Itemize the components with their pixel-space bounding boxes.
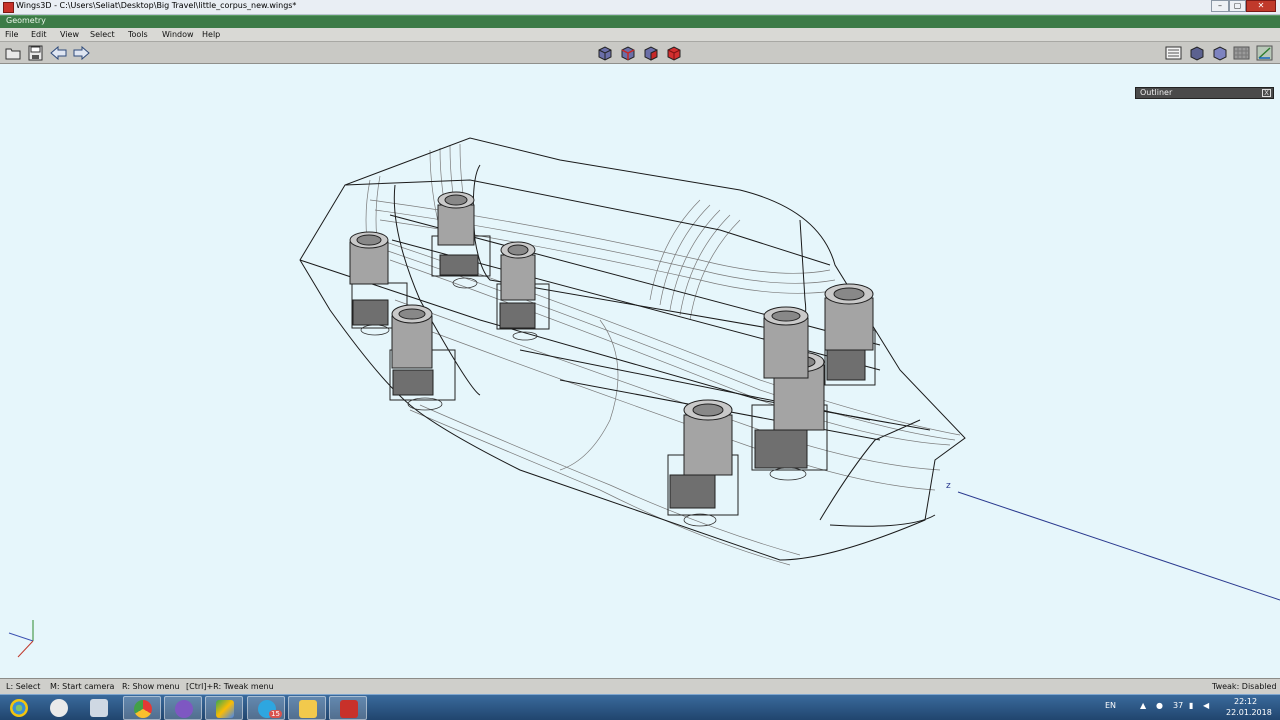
file-explorer-icon bbox=[299, 700, 317, 718]
menu-select[interactable]: Select bbox=[90, 30, 115, 39]
hint-select: L: Select bbox=[6, 682, 41, 691]
minimize-button[interactable]: – bbox=[1211, 0, 1229, 12]
status-bar: L: Select M: Start camera R: Show menu [… bbox=[0, 678, 1280, 694]
taskbar: 15 EN ▲ ● 37 ▮ ◀ 22:12 22.01.2018 bbox=[0, 694, 1280, 720]
view-axis-gizmo bbox=[8, 620, 34, 658]
taskbar-paint[interactable] bbox=[40, 696, 78, 720]
hint-menu: R: Show menu bbox=[122, 682, 180, 691]
grid-icon[interactable] bbox=[1233, 45, 1250, 61]
groundplane-icon[interactable] bbox=[1165, 45, 1182, 61]
wings3d-icon bbox=[340, 700, 358, 718]
save-icon[interactable] bbox=[27, 45, 44, 61]
hint-tweak-menu: [Ctrl]+R: Tweak menu bbox=[186, 682, 274, 691]
geometry-viewport[interactable]: z bbox=[0, 64, 1280, 678]
taskbar-telegram[interactable]: 15 bbox=[247, 696, 285, 720]
menu-edit[interactable]: Edit bbox=[31, 30, 47, 39]
clock-date[interactable]: 22.01.2018 bbox=[1226, 708, 1272, 717]
toolbar bbox=[0, 42, 1280, 64]
temperature-indicator[interactable]: 37 bbox=[1173, 701, 1183, 710]
tray-expand-icon[interactable]: ▲ bbox=[1140, 701, 1146, 710]
language-indicator[interactable]: EN bbox=[1105, 701, 1116, 710]
window-title-bar[interactable]: Wings3D - C:\Users\Seliat\Desktop\Big Tr… bbox=[0, 0, 1280, 15]
calculator-icon bbox=[90, 699, 108, 717]
maximize-button[interactable]: ▢ bbox=[1229, 0, 1246, 12]
clock-time[interactable]: 22:12 bbox=[1234, 697, 1257, 706]
close-button[interactable]: ✕ bbox=[1246, 0, 1276, 12]
menu-view[interactable]: View bbox=[60, 30, 79, 39]
tor-icon bbox=[175, 700, 193, 718]
google-drive-icon bbox=[216, 700, 234, 718]
menu-window[interactable]: Window bbox=[162, 30, 194, 39]
menu-file[interactable]: File bbox=[5, 30, 18, 39]
taskbar-file-explorer[interactable] bbox=[288, 696, 326, 720]
volume-icon[interactable]: ◀ bbox=[1203, 701, 1209, 710]
telegram-unread-badge: 15 bbox=[269, 710, 282, 718]
hint-camera: M: Start camera bbox=[50, 682, 115, 691]
face-mode-icon[interactable] bbox=[642, 45, 659, 61]
undo-arrow-icon[interactable] bbox=[50, 45, 67, 61]
taskbar-tor[interactable] bbox=[164, 696, 202, 720]
edge-mode-icon[interactable] bbox=[619, 45, 636, 61]
smooth-preview-icon[interactable] bbox=[1211, 45, 1228, 61]
tray-app-icon[interactable]: ● bbox=[1156, 701, 1163, 710]
chrome-icon bbox=[134, 700, 152, 718]
geometry-label: Geometry bbox=[6, 16, 46, 25]
paint-icon bbox=[50, 699, 68, 717]
start-orb-icon bbox=[10, 699, 28, 717]
outliner-close-button[interactable]: X bbox=[1262, 89, 1271, 97]
start-button[interactable] bbox=[0, 696, 38, 720]
z-axis-line bbox=[957, 491, 1280, 601]
taskbar-chrome[interactable] bbox=[123, 696, 161, 720]
geometry-window-header[interactable]: Geometry bbox=[0, 15, 1280, 28]
menu-help[interactable]: Help bbox=[202, 30, 220, 39]
taskbar-google-drive[interactable] bbox=[205, 696, 243, 720]
vertex-mode-icon[interactable] bbox=[596, 45, 613, 61]
body-mode-icon[interactable] bbox=[665, 45, 682, 61]
tweak-status: Tweak: Disabled bbox=[1212, 682, 1277, 691]
z-axis-label: z bbox=[946, 481, 951, 491]
menu-tools[interactable]: Tools bbox=[128, 30, 148, 39]
wings3d-app-icon bbox=[3, 2, 14, 13]
taskbar-wings3d[interactable] bbox=[329, 696, 367, 720]
axes-icon[interactable] bbox=[1256, 45, 1273, 61]
outliner-title: Outliner bbox=[1140, 88, 1173, 97]
outliner-window[interactable]: Outliner X bbox=[1135, 87, 1274, 99]
engine-nozzles bbox=[349, 191, 876, 527]
redo-arrow-icon[interactable] bbox=[73, 45, 90, 61]
window-title: Wings3D - C:\Users\Seliat\Desktop\Big Tr… bbox=[16, 1, 297, 10]
network-icon[interactable]: ▮ bbox=[1189, 701, 1193, 710]
wireframe-icon[interactable] bbox=[1188, 45, 1205, 61]
open-folder-icon[interactable] bbox=[5, 45, 22, 61]
wireframe-model bbox=[8, 137, 1280, 658]
taskbar-calculator[interactable] bbox=[80, 696, 118, 720]
menu-bar: File Edit View Select Tools Window Help bbox=[0, 28, 1280, 42]
